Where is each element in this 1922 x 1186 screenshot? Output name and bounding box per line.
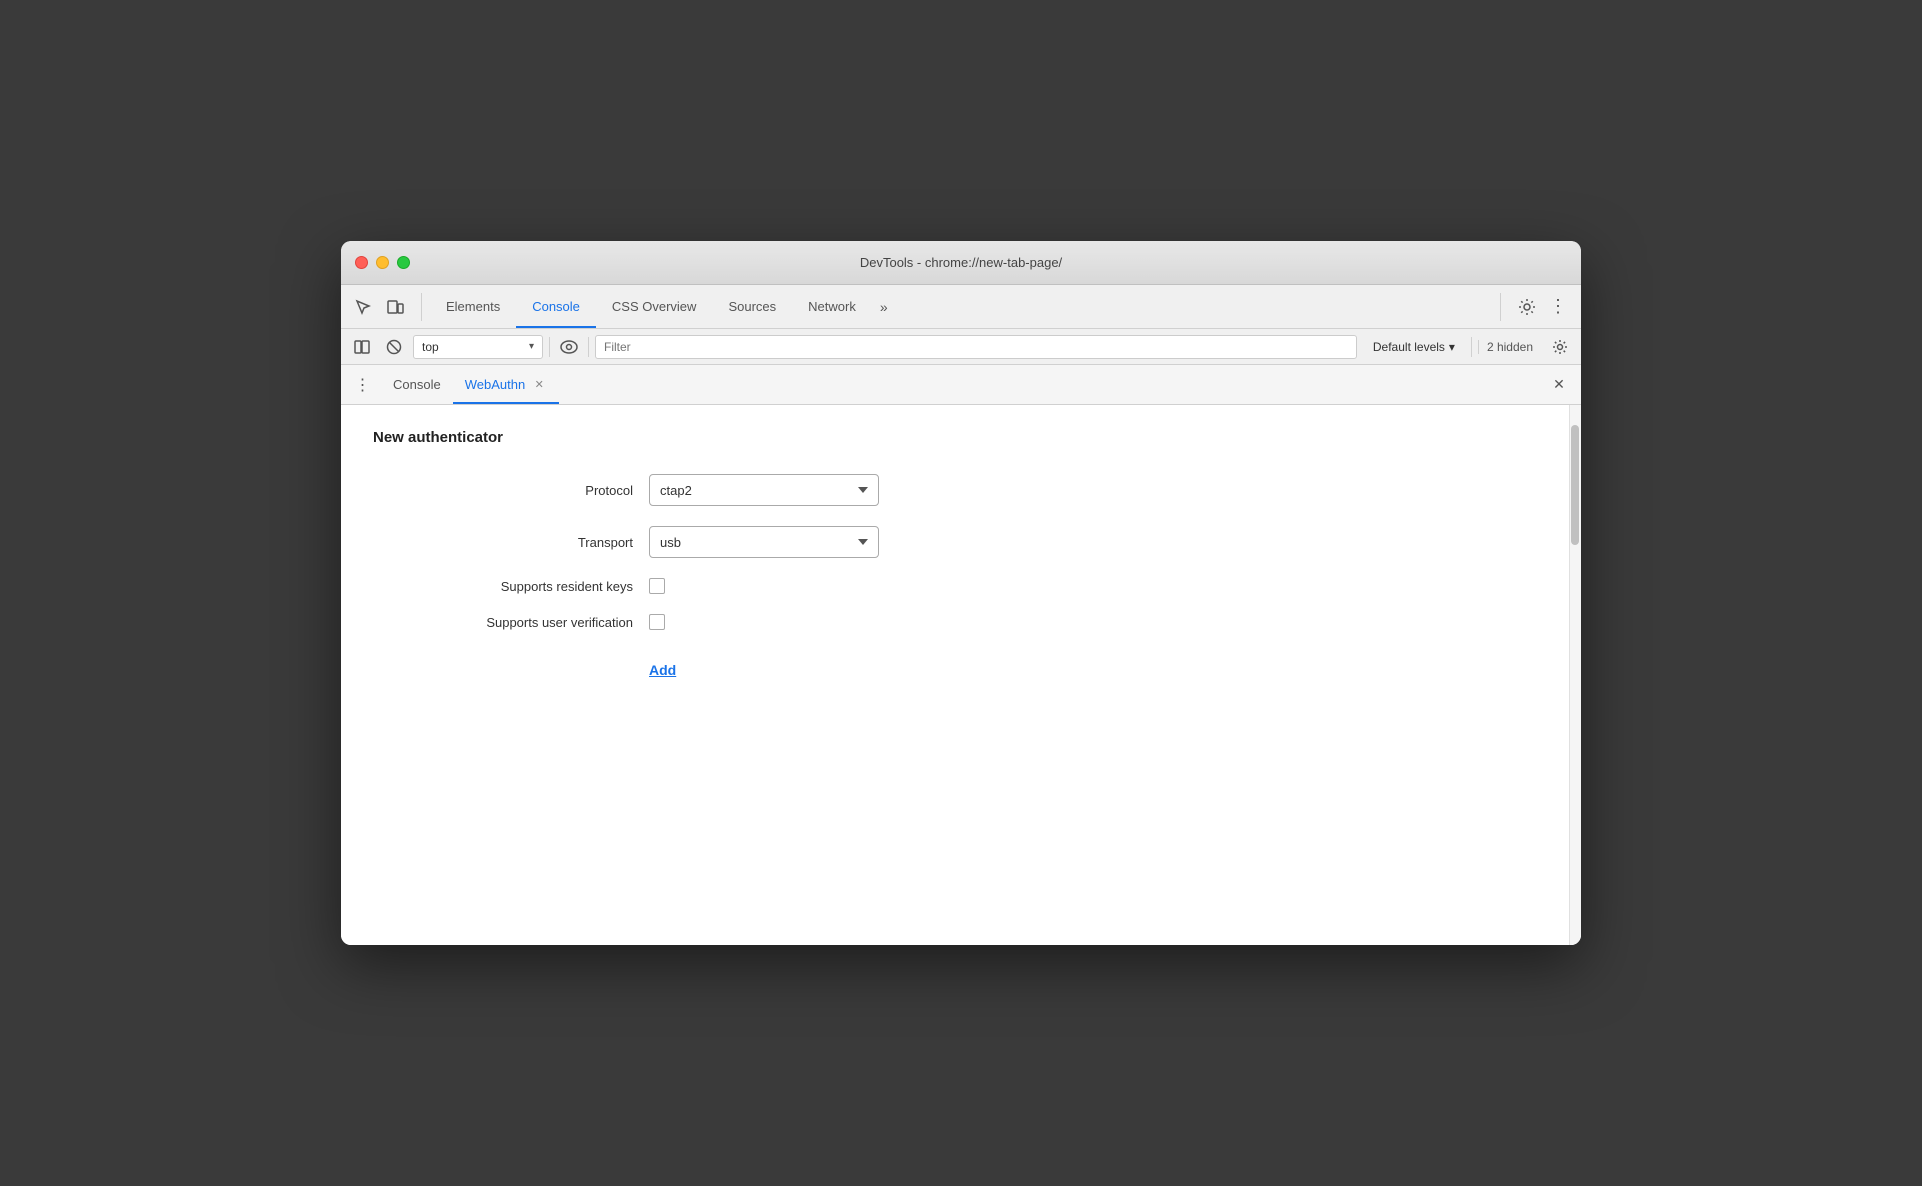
divider-3 [1471, 337, 1472, 357]
resident-keys-label: Supports resident keys [413, 579, 633, 594]
devtools-container: Elements Console CSS Overview Sources Ne… [341, 285, 1581, 945]
divider-2 [588, 337, 589, 357]
context-selector[interactable]: top ▾ [413, 335, 543, 359]
tab-sources[interactable]: Sources [712, 285, 792, 328]
close-icon: ✕ [1553, 376, 1565, 393]
scrollbar-area [1569, 405, 1581, 945]
sub-panel: ⋮ Console WebAuthn ✕ ✕ [341, 365, 1581, 405]
eye-icon-button[interactable] [556, 334, 582, 360]
sub-tab-webauthn-close[interactable]: ✕ [531, 377, 547, 393]
inspect-icon-button[interactable] [349, 293, 377, 321]
sub-panel-close-button[interactable]: ✕ [1545, 371, 1573, 399]
context-value: top [422, 340, 439, 354]
filter-input[interactable] [595, 335, 1357, 359]
tab-elements[interactable]: Elements [430, 285, 516, 328]
window-title: DevTools - chrome://new-tab-page/ [860, 255, 1062, 270]
divider-1 [549, 337, 550, 357]
settings-icon-button[interactable] [1513, 293, 1541, 321]
levels-label: Default levels [1373, 340, 1445, 354]
kebab-icon: ⋮ [355, 375, 372, 395]
filter-bar: top ▾ Default levels ▾ 2 hidden [341, 329, 1581, 365]
context-dropdown-arrow: ▾ [529, 341, 534, 352]
filter-input-wrap [595, 335, 1357, 359]
sidebar-toggle-button[interactable] [349, 334, 375, 360]
add-button[interactable]: Add [649, 662, 676, 678]
main-toolbar: Elements Console CSS Overview Sources Ne… [341, 285, 1581, 329]
transport-label: Transport [413, 535, 633, 550]
minimize-button[interactable] [376, 256, 389, 269]
protocol-row: Protocol ctap2 u2f [413, 474, 1549, 506]
protocol-label: Protocol [413, 483, 633, 498]
hidden-badge: 2 hidden [1478, 340, 1541, 354]
main-tabs: Elements Console CSS Overview Sources Ne… [430, 285, 1500, 328]
title-bar: DevTools - chrome://new-tab-page/ [341, 241, 1581, 285]
maximize-button[interactable] [397, 256, 410, 269]
default-levels-button[interactable]: Default levels ▾ [1363, 335, 1465, 359]
form-area: Protocol ctap2 u2f Transport usb nfc ble… [373, 474, 1549, 630]
sub-tab-webauthn[interactable]: WebAuthn ✕ [453, 365, 559, 404]
scrollbar-thumb[interactable] [1571, 425, 1579, 545]
tab-css-overview[interactable]: CSS Overview [596, 285, 713, 328]
close-button[interactable] [355, 256, 368, 269]
sub-panel-right: ✕ [1545, 371, 1573, 399]
console-settings-button[interactable] [1547, 334, 1573, 360]
devtools-window: DevTools - chrome://new-tab-page/ [341, 241, 1581, 945]
sub-tabs: Console WebAuthn ✕ [381, 365, 1545, 404]
resident-keys-checkbox[interactable] [649, 578, 665, 594]
toolbar-left-icons [349, 293, 422, 321]
block-icon-button[interactable] [381, 334, 407, 360]
more-tabs-button[interactable]: » [872, 299, 896, 315]
sub-tab-console-label: Console [393, 377, 441, 392]
user-verification-label: Supports user verification [413, 615, 633, 630]
section-title: New authenticator [373, 429, 1549, 446]
transport-row: Transport usb nfc ble internal [413, 526, 1549, 558]
tab-console[interactable]: Console [516, 285, 596, 328]
tab-network[interactable]: Network [792, 285, 872, 328]
sub-panel-menu-button[interactable]: ⋮ [349, 371, 377, 399]
protocol-select[interactable]: ctap2 u2f [649, 474, 879, 506]
traffic-lights [355, 256, 410, 269]
user-verification-checkbox[interactable] [649, 614, 665, 630]
device-icon-button[interactable] [381, 293, 409, 321]
toolbar-right: ⋮ [1500, 293, 1573, 321]
resident-keys-row: Supports resident keys [413, 578, 1549, 594]
sub-tab-console[interactable]: Console [381, 365, 453, 404]
transport-select[interactable]: usb nfc ble internal [649, 526, 879, 558]
main-content: New authenticator Protocol ctap2 u2f Tra… [341, 405, 1581, 945]
user-verification-row: Supports user verification [413, 614, 1549, 630]
sub-tab-webauthn-label: WebAuthn [465, 377, 525, 392]
more-options-button[interactable]: ⋮ [1545, 296, 1573, 317]
levels-dropdown-arrow: ▾ [1449, 340, 1455, 354]
